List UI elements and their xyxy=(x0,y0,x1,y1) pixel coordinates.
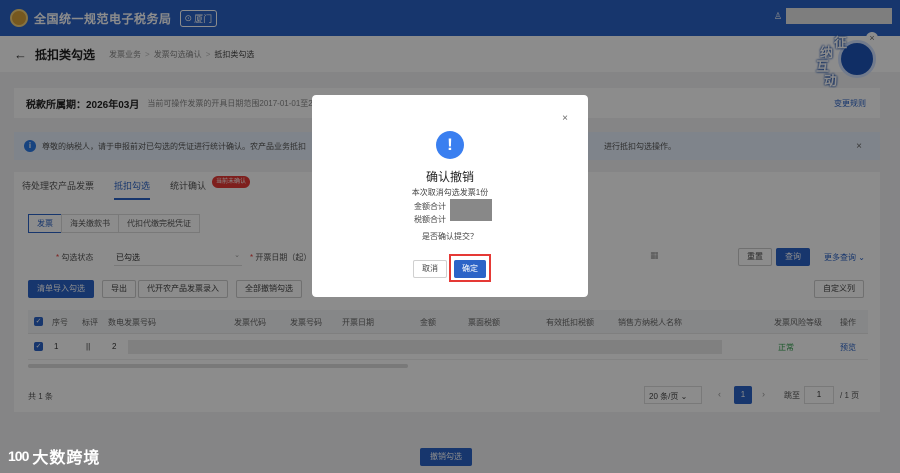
dialog-amount-text: 金额合计 xyxy=(414,202,446,211)
dialog-cancel-button[interactable]: 取消 xyxy=(413,260,447,278)
dialog-title: 确认撤销 xyxy=(425,170,474,184)
watermark: 100 大数跨境 xyxy=(8,444,100,468)
dialog-count-text: 本次取消勾选发票1份 xyxy=(411,188,489,197)
dialog-tax-text: 税额合计 xyxy=(414,215,446,224)
amount-redacted xyxy=(450,199,492,221)
watermark-text: 大数跨境 xyxy=(32,450,101,467)
confirm-highlight-box xyxy=(449,254,491,282)
exclamation-icon: ! xyxy=(436,131,464,159)
dialog-close-icon[interactable]: × xyxy=(562,113,568,124)
watermark-logo-icon: 100 xyxy=(8,448,29,464)
dialog-question: 是否确认提交？ xyxy=(422,232,478,241)
